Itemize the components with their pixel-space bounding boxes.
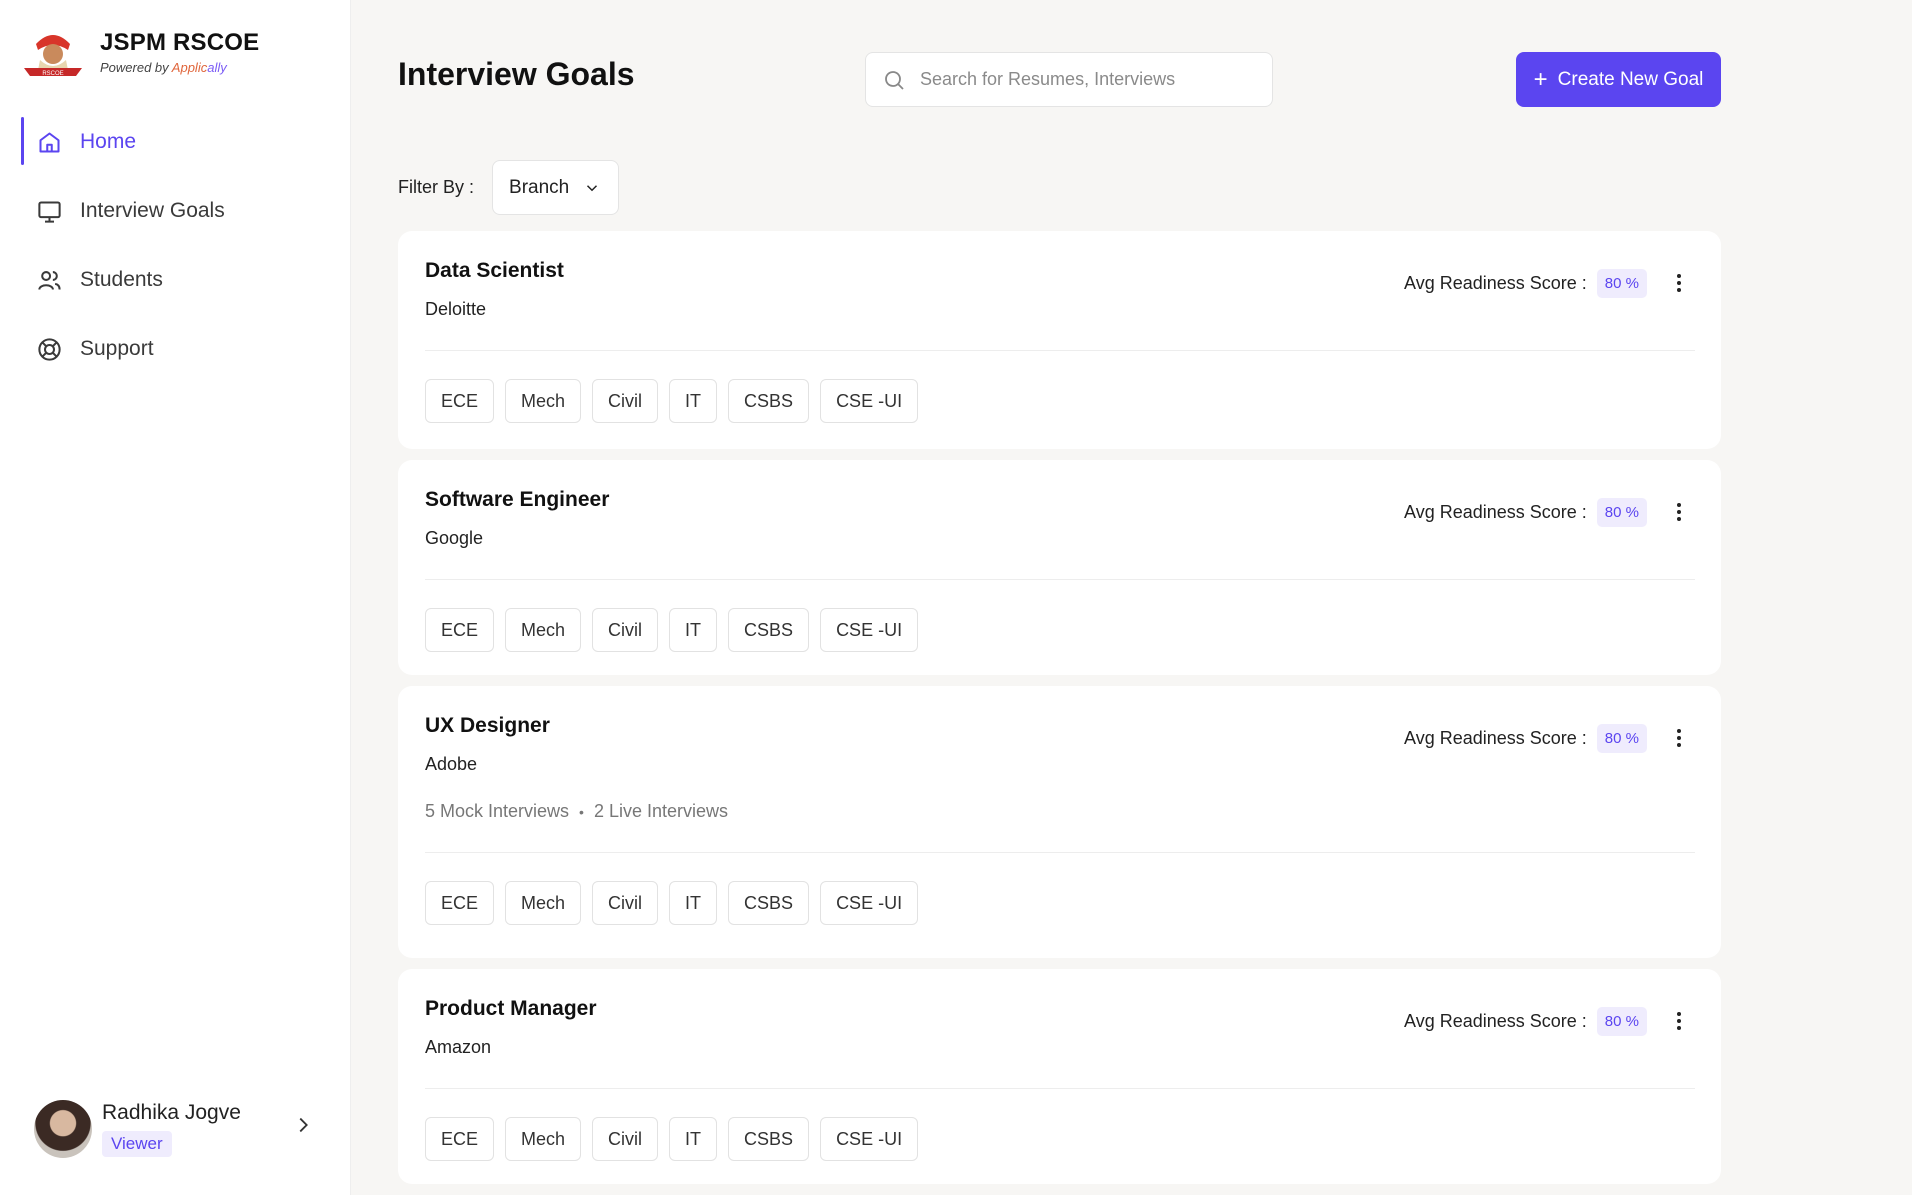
branch-tag: CSBS — [728, 608, 810, 652]
branch-tag: ECE — [425, 881, 495, 925]
search-input[interactable] — [920, 69, 1240, 90]
branch-tag: CSE -UI — [820, 379, 919, 423]
branch-tag: CSBS — [728, 379, 810, 423]
sidebar-nav: Home Interview Goals Students Support — [0, 117, 351, 393]
sidebar-item-students[interactable]: Students — [0, 255, 351, 305]
brand[interactable]: RSCOE JSPM RSCOE Powered by Applically — [22, 24, 259, 78]
more-options-icon[interactable] — [1667, 500, 1691, 524]
branch-tag: CSE -UI — [820, 608, 919, 652]
branch-tag: CSE -UI — [820, 1117, 919, 1161]
goal-company: Google — [425, 528, 484, 548]
more-options-icon[interactable] — [1667, 271, 1691, 295]
sidebar-item-support[interactable]: Support — [0, 324, 351, 374]
monitor-icon — [38, 200, 61, 223]
avatar — [34, 1100, 92, 1158]
sidebar: RSCOE JSPM RSCOE Powered by Applically H… — [0, 0, 351, 1195]
branch-tag: Civil — [592, 881, 659, 925]
sidebar-item-label: Interview Goals — [80, 199, 225, 222]
filter-bar: Filter By : Branch — [398, 160, 620, 215]
interview-counts: 5 Mock Interviews • 2 Live Interviews — [425, 801, 1695, 822]
svg-text:RSCOE: RSCOE — [42, 71, 63, 77]
branch-tag: Civil — [592, 379, 659, 423]
more-options-icon[interactable] — [1667, 1009, 1691, 1033]
create-new-goal-button[interactable]: + Create New Goal — [1516, 52, 1721, 107]
branch-tags: ECE Mech Civil IT CSBS CSE -UI — [425, 1117, 1695, 1161]
branch-tags: ECE Mech Civil IT CSBS CSE -UI — [425, 379, 1695, 423]
divider — [425, 350, 1695, 351]
goal-list: Data Scientist Deloitte ECE Mech Civil I… — [398, 231, 1721, 1195]
goal-card[interactable]: Data Scientist Deloitte ECE Mech Civil I… — [398, 231, 1721, 449]
branch-tag: IT — [669, 881, 718, 925]
branch-tag: ECE — [425, 1117, 495, 1161]
readiness-score: Avg Readiness Score : 80 % — [1404, 498, 1647, 527]
search-icon — [885, 70, 904, 90]
powered-by: Powered by Applically — [100, 59, 227, 75]
score-badge: 80 % — [1596, 498, 1647, 527]
branch-tag: CSBS — [728, 881, 810, 925]
more-options-icon[interactable] — [1667, 726, 1691, 750]
sidebar-item-label: Students — [80, 268, 163, 291]
filter-label: Filter By : — [398, 177, 475, 197]
branch-tag: IT — [669, 379, 718, 423]
branch-tag: Mech — [505, 379, 582, 423]
plus-icon: + — [1533, 65, 1548, 93]
user-name: Radhika Jogve — [102, 1101, 241, 1124]
readiness-score: Avg Readiness Score : 80 % — [1404, 1007, 1647, 1036]
goal-company: Deloitte — [425, 299, 487, 319]
branch-tag: Mech — [505, 1117, 582, 1161]
user-profile[interactable]: Radhika Jogve Viewer — [34, 1100, 308, 1158]
score-badge: 80 % — [1596, 1007, 1647, 1036]
college-logo-icon: RSCOE — [24, 35, 82, 77]
branch-tag: IT — [669, 608, 718, 652]
branch-tag: CSE -UI — [820, 881, 919, 925]
branch-tag: ECE — [425, 608, 495, 652]
branch-filter-select[interactable]: Branch — [492, 160, 620, 215]
branch-tag: Mech — [505, 881, 582, 925]
branch-tag: Mech — [505, 608, 582, 652]
branch-tag: ECE — [425, 379, 495, 423]
branch-tag: Civil — [592, 1117, 659, 1161]
divider — [425, 579, 1695, 580]
brand-name: JSPM RSCOE — [100, 28, 260, 56]
sidebar-item-label: Support — [80, 337, 154, 360]
divider — [425, 852, 1695, 853]
readiness-score: Avg Readiness Score : 80 % — [1404, 724, 1647, 753]
home-icon — [39, 131, 60, 153]
score-badge: 80 % — [1596, 269, 1647, 298]
page-title: Interview Goals — [398, 56, 635, 92]
goal-card[interactable]: Software Engineer Google ECE Mech Civil … — [398, 460, 1721, 675]
branch-tag: CSBS — [728, 1117, 810, 1161]
sidebar-item-label: Home — [80, 130, 137, 153]
sidebar-item-interview-goals[interactable]: Interview Goals — [0, 186, 351, 236]
goal-company: Adobe — [425, 754, 478, 774]
separator-dot: • — [579, 803, 584, 820]
search-bar[interactable] — [865, 52, 1273, 107]
branch-tag: IT — [669, 1117, 718, 1161]
divider — [425, 1088, 1695, 1089]
lifebuoy-icon — [38, 337, 61, 361]
branch-tags: ECE Mech Civil IT CSBS CSE -UI — [425, 881, 1695, 925]
goal-card[interactable]: UX Designer Adobe 5 Mock Interviews • 2 … — [398, 686, 1721, 958]
mock-interviews-count: 5 Mock Interviews — [425, 801, 570, 821]
goal-card[interactable]: Product Manager Amazon ECE Mech Civil IT… — [398, 969, 1721, 1184]
live-interviews-count: 2 Live Interviews — [593, 801, 729, 821]
users-icon — [38, 270, 61, 290]
sidebar-item-home[interactable]: Home — [0, 117, 351, 167]
chevron-down-icon — [587, 184, 598, 191]
goal-company: Amazon — [425, 1037, 492, 1057]
branch-tag: Civil — [592, 608, 659, 652]
score-badge: 80 % — [1596, 724, 1647, 753]
chevron-right-icon[interactable] — [292, 1114, 314, 1136]
user-role-badge: Viewer — [102, 1131, 172, 1157]
branch-tags: ECE Mech Civil IT CSBS CSE -UI — [425, 608, 1695, 652]
readiness-score: Avg Readiness Score : 80 % — [1404, 269, 1647, 298]
